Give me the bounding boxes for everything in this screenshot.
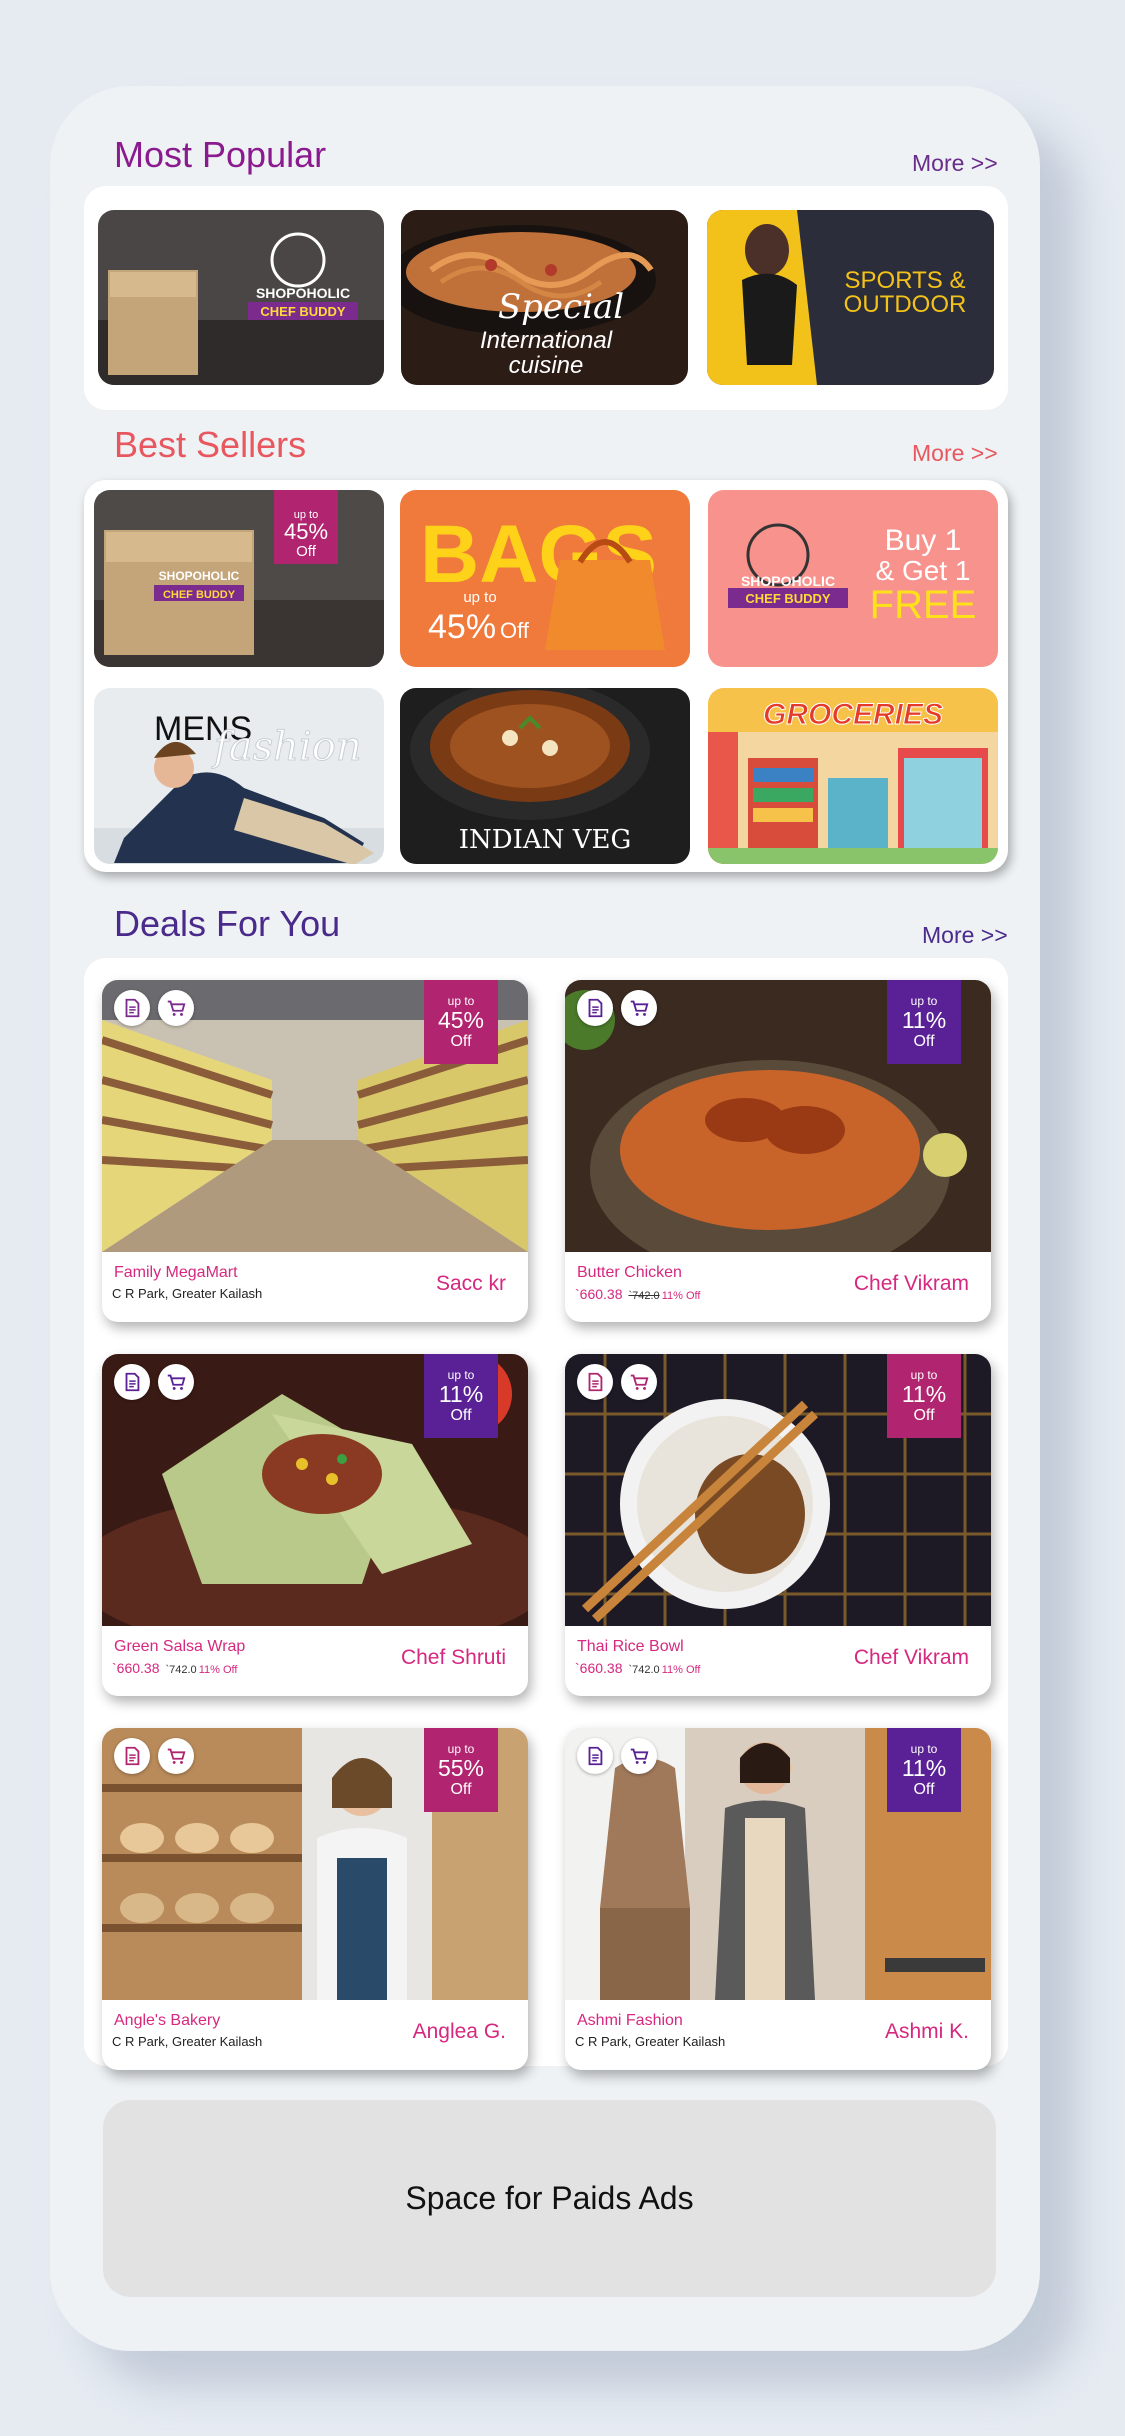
banner-text: Buy 1 bbox=[885, 524, 962, 557]
deal-card[interactable]: up to 11% Off Ashmi Fashion C R Park, Grea… bbox=[565, 1728, 991, 2070]
groceries-banner[interactable]: GROCERIES bbox=[708, 688, 998, 864]
banner-text: SPORTS & bbox=[845, 267, 966, 294]
deal-card[interactable]: up to 11% Off Butter Chicken `660.38 `742.0… bbox=[565, 980, 991, 1322]
price-current: `660.38 bbox=[575, 1660, 623, 1676]
deal-vendor: Sacc kr bbox=[435, 1272, 506, 1295]
deal-location: C R Park, Greater Kailash bbox=[575, 2034, 726, 2049]
cart-icon[interactable] bbox=[158, 1364, 194, 1400]
most-popular-title: Most Popular bbox=[114, 134, 327, 175]
deal-price: `660.38 `742.0 11% Off bbox=[575, 1660, 700, 1676]
deal-title: Green Salsa Wrap bbox=[114, 1638, 246, 1655]
banner-text: INDIAN VEG bbox=[459, 825, 631, 855]
deal-card[interactable]: up to 11% Off Thai Rice Bowl `660.38 `742.0… bbox=[565, 1354, 991, 1696]
banner-text: cuisine bbox=[509, 352, 584, 379]
deal-card[interactable]: up to 45% Off Family MegaMart C R Park, Gr… bbox=[102, 980, 528, 1322]
ads-placeholder[interactable]: Space for Paids Ads bbox=[103, 2100, 996, 2297]
badge-text: Off bbox=[296, 543, 317, 560]
banner-text: CHEF BUDDY bbox=[260, 304, 346, 319]
banner-text: GROCERIES bbox=[763, 698, 943, 731]
sports-outdoor-banner[interactable]: SPORTS & OUTDOOR bbox=[707, 210, 994, 385]
chef-buddy-offer-banner[interactable]: SHOPOHOLIC CHEF BUDDY up to 45% Off bbox=[94, 490, 384, 667]
deal-price: `660.38 `742.0 11% Off bbox=[112, 1660, 237, 1676]
deal-title: Thai Rice Bowl bbox=[577, 1638, 684, 1655]
deal-title: Angle's Bakery bbox=[114, 2012, 221, 2029]
discount-badge: up to 11% Off bbox=[887, 980, 961, 1064]
best-sellers-title: Best Sellers bbox=[114, 424, 307, 465]
cart-icon[interactable] bbox=[621, 1364, 657, 1400]
document-icon[interactable] bbox=[577, 990, 613, 1026]
price-old: `742.0 bbox=[628, 1664, 660, 1676]
deal-vendor: Chef Vikram bbox=[853, 1646, 969, 1669]
banner-text: FREE bbox=[870, 583, 977, 627]
price-old: `742.0 bbox=[628, 1290, 660, 1302]
price-discount: 11% Off bbox=[198, 1664, 238, 1676]
document-icon[interactable] bbox=[577, 1738, 613, 1774]
deal-price: `660.38 `742.0 11% Off bbox=[575, 1286, 700, 1302]
document-icon[interactable] bbox=[114, 990, 150, 1026]
banner-text: SHOPOHOLIC bbox=[159, 569, 240, 583]
banner-text: fashion bbox=[211, 724, 362, 770]
price-discount: 11% Off bbox=[661, 1664, 701, 1676]
deals-more-link[interactable]: More >> bbox=[922, 922, 1008, 949]
cart-icon[interactable] bbox=[158, 1738, 194, 1774]
deal-card[interactable]: up to 55% Off Angle's Bakery C R Park, Gre… bbox=[102, 1728, 528, 2070]
deal-location: C R Park, Greater Kailash bbox=[112, 2034, 263, 2049]
banner-text: 45% bbox=[428, 608, 496, 646]
banner-text: & Get 1 bbox=[876, 555, 971, 586]
deal-vendor: Chef Shruti bbox=[400, 1646, 506, 1669]
cart-icon[interactable] bbox=[621, 1738, 657, 1774]
indian-veg-banner[interactable]: INDIAN VEG bbox=[400, 688, 690, 864]
banner-text: Off bbox=[500, 618, 530, 643]
banner-text: Special bbox=[498, 287, 624, 327]
badge-text: 45% bbox=[284, 519, 328, 544]
deal-title: Ashmi Fashion bbox=[577, 2012, 683, 2029]
chef-buddy-banner[interactable]: SHOPOHOLIC CHEF BUDDY bbox=[98, 210, 384, 385]
price-current: `660.38 bbox=[575, 1286, 623, 1302]
price-current: `660.38 bbox=[112, 1660, 160, 1676]
banner-text: CHEF BUDDY bbox=[163, 589, 236, 601]
bags-offer-banner[interactable]: BAGS up to 45% Off bbox=[400, 490, 690, 667]
banner-text: OUTDOOR bbox=[844, 291, 967, 318]
discount-badge: up to 11% Off bbox=[424, 1354, 498, 1438]
banner-text: SHOPOHOLIC bbox=[741, 573, 835, 589]
document-icon[interactable] bbox=[114, 1364, 150, 1400]
discount-badge: up to 55% Off bbox=[424, 1728, 498, 1812]
deal-vendor: Chef Vikram bbox=[853, 1272, 969, 1295]
deal-vendor: Anglea G. bbox=[412, 2020, 506, 2043]
banner-text: up to bbox=[463, 589, 496, 606]
price-discount: 11% Off bbox=[661, 1290, 701, 1302]
deal-title: Butter Chicken bbox=[577, 1264, 682, 1281]
document-icon[interactable] bbox=[577, 1364, 613, 1400]
deal-vendor: Ashmi K. bbox=[884, 2020, 969, 2043]
ads-text: Space for Paids Ads bbox=[405, 2180, 694, 2216]
most-popular-more-link[interactable]: More >> bbox=[912, 150, 998, 177]
discount-badge: up to 11% Off bbox=[887, 1354, 961, 1438]
international-cuisine-banner[interactable]: Special International cuisine bbox=[401, 210, 688, 385]
discount-badge: up to 45% Off bbox=[424, 980, 498, 1064]
banner-text: International bbox=[480, 327, 613, 354]
banner-text: SHOPOHOLIC bbox=[256, 285, 350, 301]
cart-icon[interactable] bbox=[621, 990, 657, 1026]
mens-fashion-banner[interactable]: MENS fashion bbox=[94, 688, 384, 864]
cart-icon[interactable] bbox=[158, 990, 194, 1026]
banner-text: CHEF BUDDY bbox=[745, 591, 831, 606]
deals-title: Deals For You bbox=[114, 903, 341, 944]
best-sellers-more-link[interactable]: More >> bbox=[912, 440, 998, 467]
deal-title: Family MegaMart bbox=[114, 1264, 238, 1281]
discount-badge: up to 11% Off bbox=[887, 1728, 961, 1812]
document-icon[interactable] bbox=[114, 1738, 150, 1774]
buy1-get1-banner[interactable]: SHOPOHOLIC CHEF BUDDY Buy 1 & Get 1 FREE bbox=[708, 490, 998, 667]
deal-location: C R Park, Greater Kailash bbox=[112, 1286, 263, 1301]
price-old: `742.0 bbox=[165, 1664, 197, 1676]
deal-card[interactable]: up to 11% Off Green Salsa Wrap `660.38 `742… bbox=[102, 1354, 528, 1696]
